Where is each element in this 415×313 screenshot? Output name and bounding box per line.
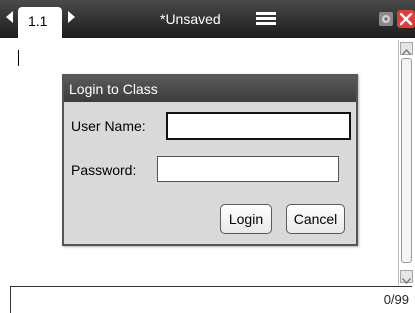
close-icon[interactable] [397,10,415,28]
battery-icon [256,12,276,26]
cancel-button[interactable]: Cancel [286,204,345,234]
dialog-header: Login to Class [64,76,356,102]
status-bar-divider [10,286,412,287]
settings-icon[interactable] [378,10,394,28]
top-bar: 1.1 *Unsaved [0,0,415,38]
login-dialog: Login to Class User Name: Password: Logi… [62,74,358,246]
vertical-scrollbar[interactable] [398,40,415,285]
scroll-up-arrow-icon[interactable] [400,42,413,55]
login-button[interactable]: Login [220,204,272,234]
tab-1-1[interactable]: 1.1 [18,7,62,38]
page-count: 0/99 [383,292,409,307]
scroll-down-arrow-icon[interactable] [400,270,413,285]
username-field[interactable] [166,112,351,140]
dialog-title: Login to Class [69,81,158,97]
password-field[interactable] [157,156,339,182]
document-title: *Unsaved [160,11,221,27]
scroll-thumb[interactable] [401,58,412,263]
password-label: Password: [71,162,137,178]
tab-label: 1.1 [28,13,48,29]
username-label: User Name: [71,118,146,134]
text-cursor [18,50,19,66]
status-bar-left-edge [10,286,11,313]
previous-tab-arrow-icon[interactable] [6,11,13,23]
next-tab-arrow-icon[interactable] [68,11,75,23]
